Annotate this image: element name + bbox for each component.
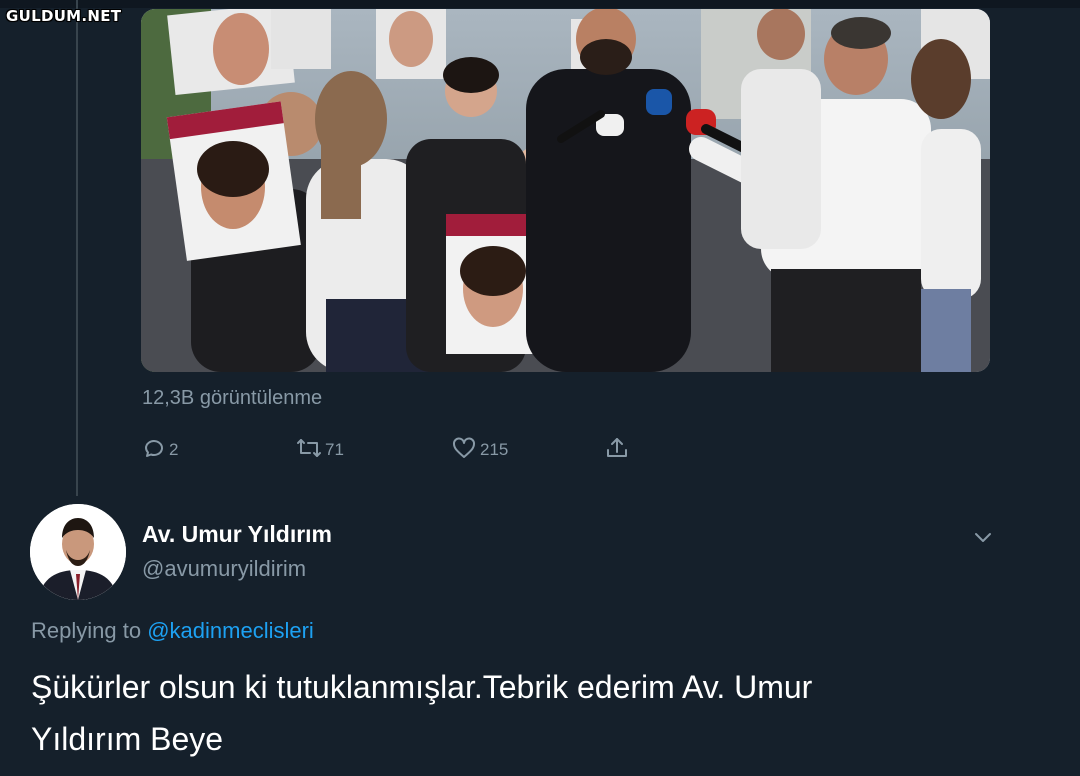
avatar-photo <box>30 504 126 600</box>
top-edge <box>0 0 1080 8</box>
mention-link[interactable]: @kadinmeclisleri <box>147 618 314 643</box>
reply-count: 2 <box>169 440 179 459</box>
share-button[interactable] <box>604 434 630 466</box>
share-icon <box>604 435 630 466</box>
retweet-icon <box>296 436 322 465</box>
like-button[interactable]: 215 <box>451 434 508 466</box>
replying-to-line: Replying to @kadinmeclisleri <box>31 618 314 644</box>
heart-icon <box>451 436 477 465</box>
watermark-logo: GULDUM.NET <box>6 7 122 25</box>
tweet-screenshot: GULDUM.NET 12,3B görüntülenme 2 71 215 A… <box>0 0 1080 776</box>
replying-to-label: Replying to <box>31 618 142 643</box>
media-photo <box>141 9 990 372</box>
retweet-count: 71 <box>325 440 344 459</box>
thread-connector-line <box>76 0 78 496</box>
retweet-button[interactable]: 71 <box>296 434 344 466</box>
tweet-media-image[interactable] <box>141 9 990 372</box>
avatar[interactable] <box>30 504 126 600</box>
reply-icon <box>142 436 166 465</box>
chevron-down-icon <box>972 533 994 552</box>
tweet-text: Şükürler olsun ki tutuklanmışlar.Tebrik … <box>31 661 931 765</box>
tweet-text-line-2: Yıldırım Beye <box>31 721 224 757</box>
reply-button[interactable]: 2 <box>142 434 178 466</box>
view-count: 12,3B görüntülenme <box>142 387 323 409</box>
more-options-button[interactable] <box>972 526 994 548</box>
tweet-text-line-1: Şükürler olsun ki tutuklanmışlar.Tebrik … <box>31 669 813 705</box>
user-handle[interactable]: @avumuryildirim <box>142 556 306 582</box>
like-count: 215 <box>480 440 509 459</box>
display-name[interactable]: Av. Umur Yıldırım <box>142 521 332 548</box>
